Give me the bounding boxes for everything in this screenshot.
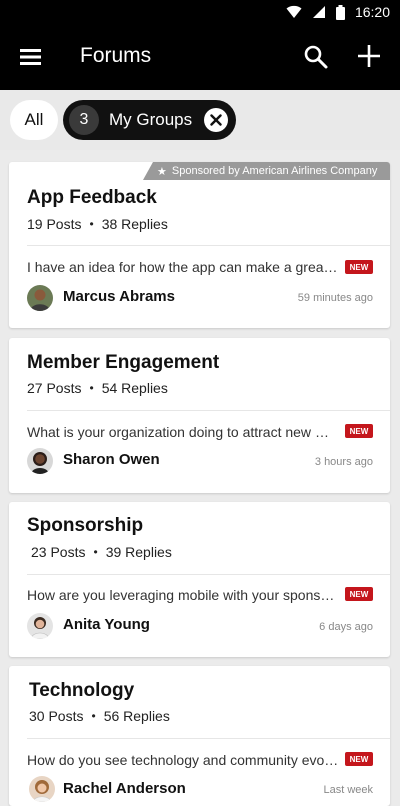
post-time: Last week — [323, 784, 373, 796]
author-name: Rachel Anderson — [63, 780, 186, 797]
divider — [27, 574, 390, 575]
latest-post-preview: What is your organization doing to attra… — [27, 424, 339, 440]
stats-separator: • — [93, 545, 98, 559]
new-badge: NEW — [345, 752, 373, 766]
sponsor-label: Sponsored by American Airlines Company — [171, 165, 378, 177]
close-icon — [210, 114, 222, 126]
author-name: Marcus Abrams — [63, 288, 175, 305]
forum-stats: 27 Posts • 54 Replies — [27, 380, 168, 396]
filter-bar: All 3 My Groups — [0, 90, 400, 150]
new-badge: NEW — [345, 587, 373, 601]
forum-card[interactable]: ★ Sponsored by American Airlines Company… — [9, 162, 390, 328]
avatar — [29, 776, 55, 802]
clear-filter-button[interactable] — [204, 108, 228, 132]
wifi-icon — [286, 5, 302, 18]
post-time: 6 days ago — [319, 621, 373, 633]
replies-count: 54 Replies — [101, 380, 168, 396]
posts-count: 23 Posts — [31, 544, 86, 560]
avatar — [27, 285, 53, 311]
battery-icon — [335, 4, 345, 20]
page-title: Forums — [80, 44, 152, 67]
replies-count: 56 Replies — [103, 708, 170, 724]
status-time: 16:20 — [354, 4, 390, 20]
posts-count: 27 Posts — [27, 380, 82, 396]
post-time: 3 hours ago — [314, 456, 373, 468]
filter-my-groups-chip[interactable]: 3 My Groups — [63, 100, 236, 140]
avatar — [27, 613, 53, 639]
replies-count: 39 Replies — [105, 544, 172, 560]
avatar — [27, 448, 53, 474]
forum-name: Technology — [29, 680, 135, 701]
latest-post-preview: How do you see technology and community … — [27, 752, 339, 768]
author-name: Sharon Owen — [63, 451, 160, 468]
app-bar: Forums — [0, 24, 400, 90]
star-icon: ★ — [157, 165, 167, 178]
latest-post-preview: I have an idea for how the app can make … — [27, 259, 339, 275]
post-time: 59 minutes ago — [297, 292, 373, 304]
groups-count-badge: 3 — [69, 105, 99, 135]
forum-card[interactable]: Member Engagement 27 Posts • 54 Replies … — [9, 338, 390, 493]
latest-post-preview: How are you leveraging mobile with your … — [27, 587, 339, 603]
sponsored-banner: ★ Sponsored by American Airlines Company — [143, 162, 390, 180]
stats-separator: • — [89, 217, 94, 231]
author-name: Anita Young — [63, 616, 150, 633]
new-badge: NEW — [345, 260, 373, 274]
forum-stats: 30 Posts • 56 Replies — [29, 708, 170, 724]
forum-card[interactable]: Sponsorship 23 Posts • 39 Replies How ar… — [9, 502, 390, 657]
forum-stats: 19 Posts • 38 Replies — [27, 216, 168, 232]
groups-label: My Groups — [109, 110, 193, 129]
forum-stats: 23 Posts • 39 Replies — [31, 544, 172, 560]
divider — [27, 410, 390, 411]
forum-name: Sponsorship — [27, 515, 144, 536]
divider — [27, 738, 390, 739]
filter-all-chip[interactable]: All — [10, 100, 58, 140]
signal-icon — [312, 6, 325, 18]
forum-name: App Feedback — [27, 187, 157, 208]
posts-count: 30 Posts — [29, 708, 84, 724]
search-icon[interactable] — [303, 44, 329, 70]
stats-separator: • — [89, 381, 94, 395]
menu-icon[interactable] — [19, 45, 43, 69]
stats-separator: • — [91, 709, 96, 723]
status-bar: 16:20 — [0, 0, 400, 24]
posts-count: 19 Posts — [27, 216, 82, 232]
forum-name: Member Engagement — [27, 352, 220, 373]
forum-card[interactable]: Technology 30 Posts • 56 Replies How do … — [9, 666, 390, 806]
new-badge: NEW — [345, 424, 373, 438]
divider — [27, 245, 390, 246]
add-icon[interactable] — [356, 43, 382, 69]
replies-count: 38 Replies — [101, 216, 168, 232]
